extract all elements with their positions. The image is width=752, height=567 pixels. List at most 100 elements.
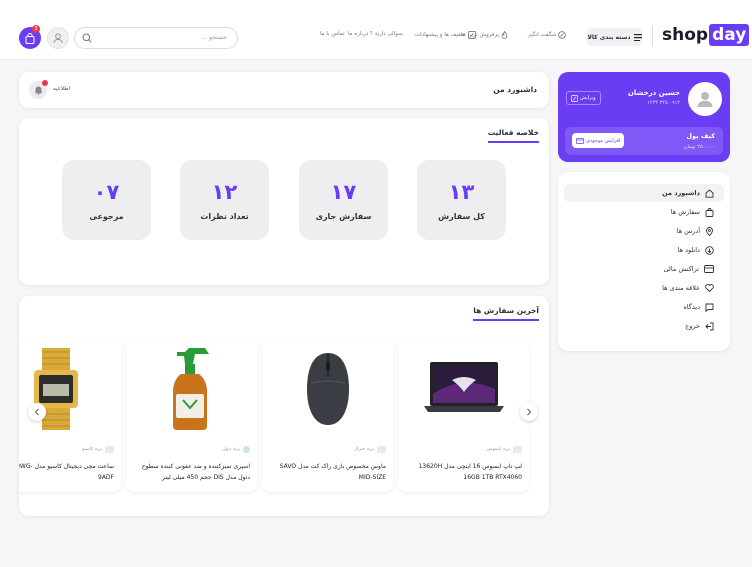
- bell-icon: [34, 86, 42, 95]
- stat-label: کل سفارش: [438, 212, 485, 221]
- nav-about[interactable]: درباره ما: [348, 31, 368, 37]
- brand-label: برند دتول: [222, 447, 240, 452]
- download-icon: [705, 245, 714, 255]
- location-icon: [706, 226, 713, 236]
- product-card[interactable]: برند دتول اسپری تمیزکننده و ضد عفونی کنن…: [126, 340, 257, 492]
- wallet-title: کیف پول: [686, 132, 715, 140]
- nav-faq[interactable]: سوالی دارید ؟: [370, 31, 403, 37]
- edit-profile-label: ویرایش: [580, 95, 596, 101]
- wallet-box: کیف پول ۲۵۰،۰۰۰ تومان افزایش موجودی: [565, 127, 723, 155]
- section-title: خلاصه فعالیت: [487, 128, 539, 143]
- stat-comments: ۱۲ تعداد نظرات: [180, 160, 269, 240]
- nav-discounts[interactable]: تخفیف ها و پیشنهادات: [415, 31, 476, 39]
- menu-item-comments[interactable]: دیدگاه: [564, 298, 724, 316]
- latest-orders: آخرین سفارش ها برند ایسوس لپ تاپ ایسوس 1…: [19, 296, 549, 516]
- wallet-amount: ۲۵۰،۰۰۰ تومان: [683, 144, 715, 150]
- bag-icon: [25, 32, 35, 44]
- menu-item-label: دیدگاه: [683, 303, 700, 311]
- brand-logo: [243, 446, 250, 453]
- logo[interactable]: shop day: [662, 22, 750, 48]
- wallet-topup-label: افزایش موجودی: [586, 137, 621, 144]
- logo-divider: [652, 26, 653, 46]
- mouse-image: [262, 340, 393, 438]
- logo-day-text: day: [709, 24, 750, 46]
- product-brand: برند دتول: [222, 446, 250, 453]
- edit-icon: [571, 94, 578, 102]
- section-title: آخرین سفارش ها: [473, 306, 539, 321]
- user-button[interactable]: [47, 27, 69, 49]
- carousel-prev-button[interactable]: [28, 403, 46, 421]
- menu-item-transactions[interactable]: تراکنش مالی: [564, 260, 724, 278]
- card-icon: [704, 265, 714, 273]
- cart-badge: 3: [32, 25, 40, 33]
- product-card[interactable]: برند جنرال ماوس مخصوص بازی راک کت مدل SA…: [262, 340, 393, 492]
- brand-logo: [105, 446, 114, 453]
- nav-amazing[interactable]: شگفت انگیز: [528, 31, 567, 39]
- watch-image: [19, 340, 121, 438]
- profile-card: حسین درخشان ۰۹۱۲ ۳۴۵ ۱۲۳۴ ویرایش کیف پول…: [558, 72, 730, 162]
- menu-icon: [633, 33, 642, 41]
- heart-icon: [705, 284, 714, 292]
- search-input[interactable]: جستجو ...: [74, 27, 238, 49]
- stat-returns: ۰۷ مرجوعی: [62, 160, 151, 240]
- chevron-left-icon: [34, 408, 39, 416]
- carousel-next-button[interactable]: [520, 403, 538, 421]
- logout-icon: [705, 322, 714, 330]
- account-menu: داشبورد من سفارش ها آدرس ها دانلود ها تر…: [558, 172, 730, 351]
- category-button[interactable]: دسته بندی کالا: [587, 28, 642, 46]
- fire-icon: [501, 31, 508, 39]
- notification-badge: [42, 80, 48, 86]
- percent-icon: [558, 31, 567, 39]
- card-icon: [576, 137, 584, 144]
- product-title: ساعت مچی دیجیتال کاسیو مدل A700WG-9ADF: [19, 463, 114, 481]
- home-icon: [705, 188, 714, 198]
- menu-item-label: آدرس ها: [676, 227, 700, 235]
- menu-item-label: داشبورد من: [662, 189, 700, 197]
- nav-faq-label: سوالی دارید ؟: [370, 31, 403, 37]
- user-icon: [53, 32, 63, 43]
- activity-summary: خلاصه فعالیت ۱۳ کل سفارش ۱۷ سفارش جاری ۱…: [19, 118, 549, 285]
- user-icon: [697, 92, 713, 107]
- edit-profile-button[interactable]: ویرایش: [566, 91, 601, 105]
- stat-number: ۱۷: [330, 180, 357, 204]
- product-brand: برند ایسوس: [487, 446, 522, 453]
- product-card[interactable]: برند ایسوس لپ تاپ ایسوس 16 اینچی مدل 136…: [398, 340, 529, 492]
- stat-label: سفارش جاری: [315, 212, 372, 221]
- product-brand: برند جنرال: [354, 446, 386, 453]
- nav-amazing-label: شگفت انگیز: [528, 32, 557, 38]
- brand-label: برند کاسیو: [82, 447, 102, 452]
- bag-icon: [705, 207, 714, 217]
- nav-about-label: درباره ما: [348, 31, 369, 37]
- wallet-topup-button[interactable]: افزایش موجودی: [572, 133, 625, 148]
- profile-phone: ۰۹۱۲ ۳۴۵ ۱۲۳۴: [647, 100, 680, 106]
- search-placeholder: جستجو ...: [201, 34, 227, 41]
- menu-item-downloads[interactable]: دانلود ها: [564, 241, 724, 259]
- brand-label: برند جنرال: [354, 447, 374, 452]
- comment-icon: [705, 303, 714, 312]
- product-brand: برند کاسیو: [82, 446, 114, 453]
- stat-current-orders: ۱۷ سفارش جاری: [299, 160, 388, 240]
- product-title: اسپری تمیزکننده و ضد عفونی کننده سطوح دت…: [141, 463, 250, 481]
- menu-item-dashboard[interactable]: داشبورد من: [564, 184, 724, 202]
- menu-item-logout[interactable]: خروج: [564, 317, 724, 335]
- notification-label: اطلاعیه: [53, 86, 71, 92]
- menu-item-label: خروج: [685, 322, 700, 330]
- menu-item-label: سفارش ها: [670, 208, 700, 216]
- category-button-label: دسته بندی کالا: [587, 33, 631, 41]
- stat-label: مرجوعی: [89, 212, 124, 221]
- spray-image: [126, 340, 257, 438]
- nav-contact-label: تماس با ما: [320, 31, 345, 37]
- brand-label: برند ایسوس: [486, 447, 510, 452]
- chevron-right-icon: [527, 408, 532, 416]
- discount-icon: [467, 31, 476, 39]
- profile-name: حسین درخشان: [627, 89, 680, 97]
- avatar: [688, 82, 722, 116]
- logo-shop-text: shop: [662, 25, 709, 45]
- product-title: لپ تاپ ایسوس 16 اینچی مدل 13620H 16GB 1T…: [418, 463, 522, 481]
- menu-item-favorites[interactable]: علاقه مندی ها: [564, 279, 724, 297]
- dashboard-header: داشبورد من اطلاعیه: [19, 72, 549, 108]
- menu-item-addresses[interactable]: آدرس ها: [564, 222, 724, 240]
- menu-item-orders[interactable]: سفارش ها: [564, 203, 724, 221]
- nav-contact[interactable]: تماس با ما: [320, 31, 344, 37]
- laptop-image: [398, 340, 529, 438]
